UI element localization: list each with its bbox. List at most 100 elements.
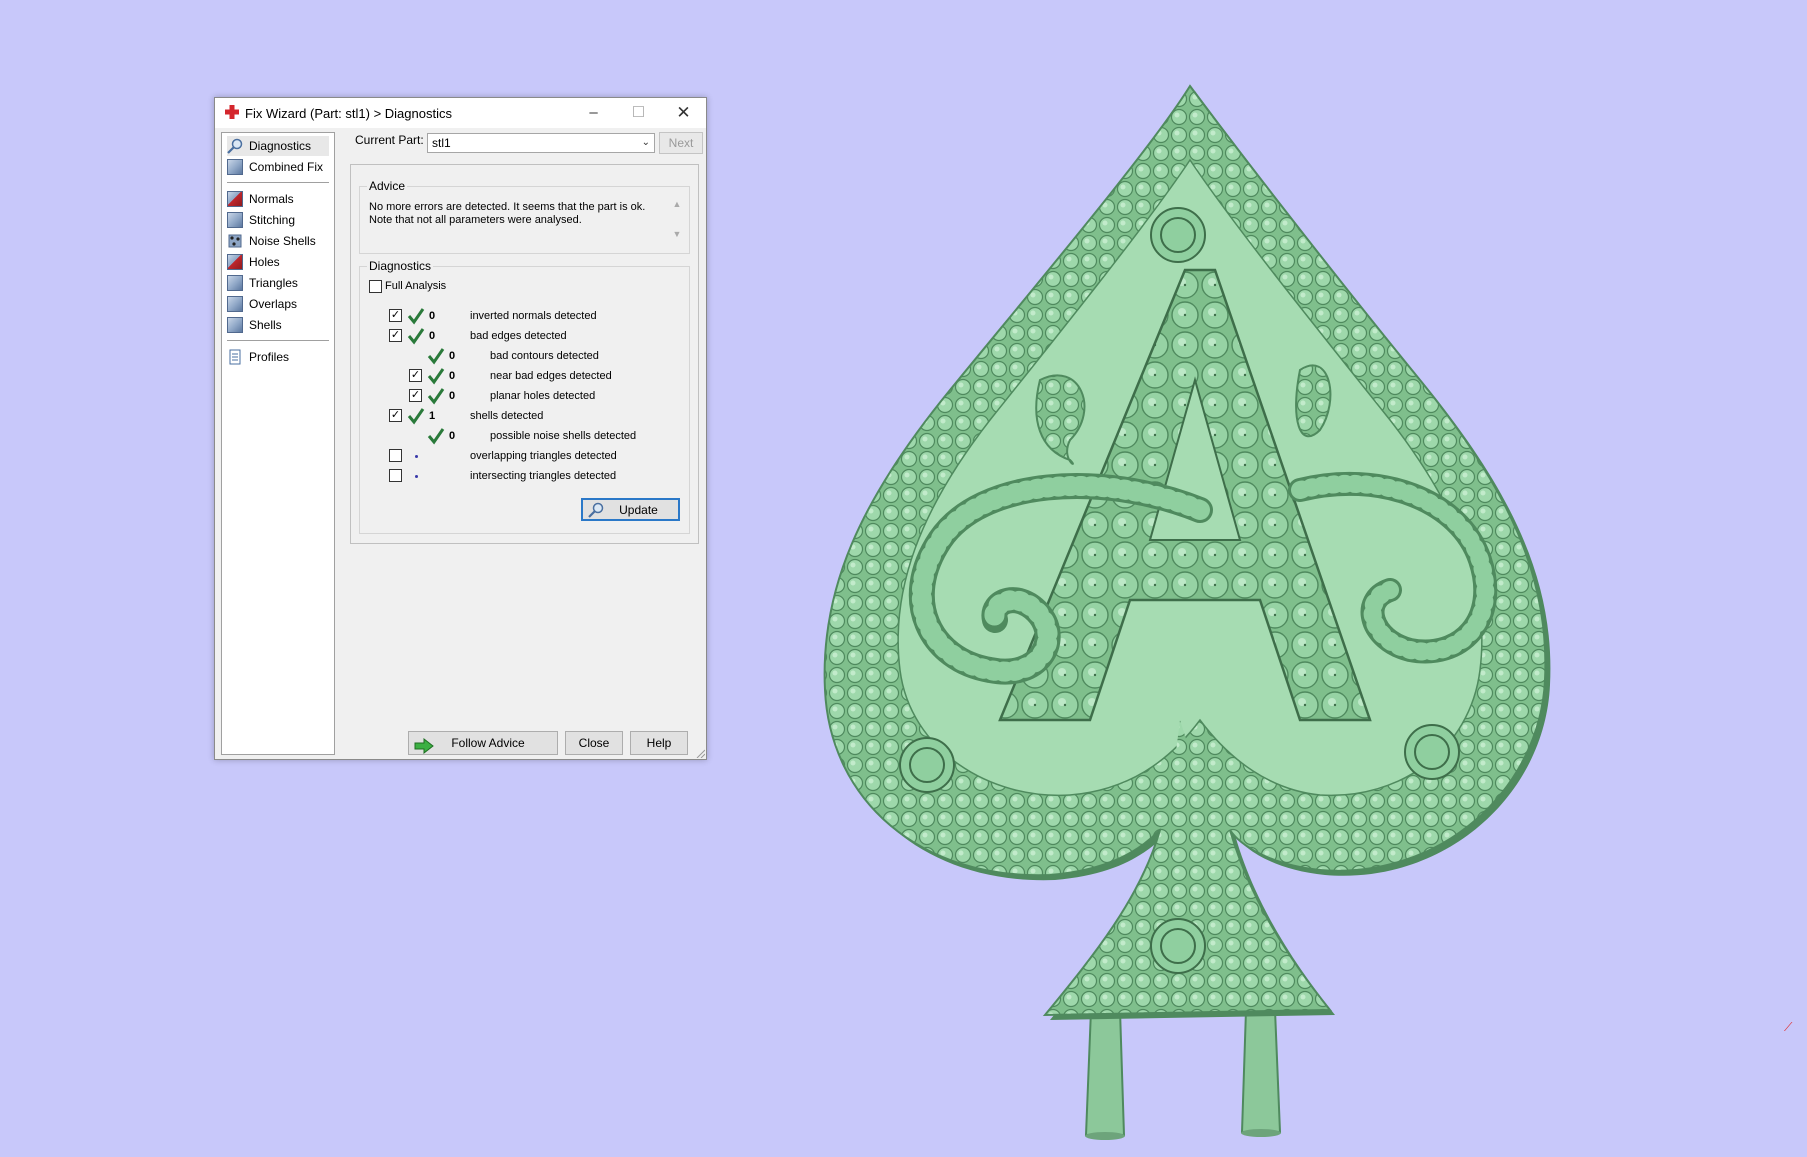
title-bar[interactable]: Fix Wizard (Part: stl1) > Diagnostics – … <box>215 98 706 128</box>
current-part-value: stl1 <box>432 136 451 150</box>
current-part-label: Current Part: <box>355 133 424 147</box>
planar-holes-checkbox[interactable]: ✓ <box>409 389 422 402</box>
axis-indicator: ⟋ <box>1784 1020 1793 1034</box>
check-mark-icon <box>407 308 425 325</box>
advice-scrollbar[interactable]: ▲ ▼ <box>671 199 683 245</box>
current-part-select[interactable]: stl1 ⌄ <box>427 133 655 153</box>
shells-checkbox[interactable]: ✓ <box>389 409 402 422</box>
advice-group-label: Advice <box>367 179 408 193</box>
diagnostic-label: inverted normals detected <box>470 310 597 322</box>
normals-cube-icon <box>227 191 243 207</box>
diagnostic-label: bad edges detected <box>470 330 567 342</box>
window-title: Fix Wizard (Part: stl1) > Diagnostics <box>245 106 452 121</box>
sidebar-item-label: Profiles <box>249 350 290 364</box>
sidebar-item-normals[interactable]: Normals <box>227 189 294 209</box>
sidebar-item-label: Holes <box>249 255 280 269</box>
sidebar-item-stitching[interactable]: Stitching <box>227 210 295 230</box>
sidebar-item-holes[interactable]: Holes <box>227 252 280 272</box>
sidebar-item-label: Diagnostics <box>249 139 312 153</box>
wizard-sidebar: Diagnostics Combined Fix Normals Stitchi… <box>221 132 335 755</box>
advice-line-2: Note that not all parameters were analys… <box>369 214 582 226</box>
advice-line-1: No more errors are detected. It seems th… <box>369 201 646 213</box>
green-arrow-icon <box>414 738 434 754</box>
diagnostic-label: overlapping triangles detected <box>470 450 617 462</box>
update-button-label: Update <box>619 502 658 517</box>
sidebar-item-label: Normals <box>249 192 294 206</box>
triangles-cube-icon <box>227 275 243 291</box>
advice-text: No more errors are detected. It seems th… <box>369 201 649 227</box>
holes-cube-icon <box>227 254 243 270</box>
diagnostic-count: 0 <box>449 430 456 442</box>
fix-wizard-dialog: Fix Wizard (Part: stl1) > Diagnostics – … <box>214 97 707 760</box>
check-mark-icon <box>427 348 445 365</box>
sidebar-item-label: Overlaps <box>249 297 298 311</box>
minimize-button[interactable]: – <box>571 98 616 128</box>
sidebar-divider <box>227 340 329 341</box>
near-bad-edges-checkbox[interactable]: ✓ <box>409 369 422 382</box>
check-mark-icon <box>427 428 445 445</box>
diagnostic-count: 0 <box>429 330 436 342</box>
resize-grip-icon[interactable] <box>695 748 705 758</box>
magnifier-icon <box>227 138 243 154</box>
diagnostics-group-label: Diagnostics <box>367 259 434 273</box>
diagnostic-count: 0 <box>429 310 436 322</box>
intersecting-triangles-checkbox[interactable] <box>389 469 402 482</box>
spade-leg-left <box>1084 1009 1126 1136</box>
cube-icon <box>227 159 243 175</box>
follow-advice-button[interactable]: Follow Advice <box>408 731 558 755</box>
diagnostic-label: shells detected <box>470 410 544 422</box>
sidebar-divider <box>227 182 329 183</box>
sidebar-item-label: Stitching <box>249 213 296 227</box>
inverted-normals-checkbox[interactable]: ✓ <box>389 309 402 322</box>
app-logo-icon <box>225 105 239 119</box>
check-mark-icon <box>427 368 445 385</box>
update-button[interactable]: Update <box>581 498 680 521</box>
diagnostic-label: possible noise shells detected <box>490 430 637 442</box>
diagnostics-group: Diagnostics Full Analysis ✓ 0 inverted n… <box>359 259 690 534</box>
cube-icon <box>227 212 243 228</box>
help-button[interactable]: Help <box>630 731 688 755</box>
full-analysis-label: Full Analysis <box>385 280 447 292</box>
diagnostic-count: 0 <box>449 370 456 382</box>
diagnostic-count: 0 <box>449 350 456 362</box>
advice-group: Advice No more errors are detected. It s… <box>359 179 690 254</box>
close-button[interactable]: Close <box>565 731 623 755</box>
check-mark-icon <box>407 408 425 425</box>
overlapping-triangles-checkbox[interactable] <box>389 449 402 462</box>
sidebar-item-shells[interactable]: Shells <box>227 315 282 335</box>
sidebar-item-overlaps[interactable]: Overlaps <box>227 294 297 314</box>
not-analysed-dot-icon <box>415 475 418 478</box>
diagnostic-label: bad contours detected <box>490 350 599 362</box>
diagnostic-count: 1 <box>429 410 436 422</box>
sidebar-item-diagnostics[interactable]: Diagnostics <box>227 136 329 156</box>
sidebar-item-profiles[interactable]: Profiles <box>227 347 289 367</box>
sidebar-item-label: Shells <box>249 318 282 332</box>
not-analysed-dot-icon <box>415 455 418 458</box>
close-window-button[interactable]: ✕ <box>661 98 706 128</box>
check-mark-icon <box>407 328 425 345</box>
follow-advice-label: Follow Advice <box>451 736 525 750</box>
full-analysis-checkbox[interactable] <box>369 280 382 293</box>
next-button[interactable]: Next <box>659 132 703 154</box>
maximize-button[interactable]: ☐ <box>616 98 661 128</box>
check-mark-icon <box>427 388 445 405</box>
sidebar-item-triangles[interactable]: Triangles <box>227 273 298 293</box>
sidebar-item-label: Noise Shells <box>249 234 316 248</box>
noise-shells-icon <box>227 233 243 249</box>
diagnostic-label: near bad edges detected <box>490 370 612 382</box>
document-icon <box>227 349 243 365</box>
sidebar-item-noise-shells[interactable]: Noise Shells <box>227 231 316 251</box>
diagnostic-label: planar holes detected <box>490 390 596 402</box>
spade-leg-right <box>1240 1009 1282 1133</box>
magnifier-icon <box>588 502 604 518</box>
diagnostic-label: intersecting triangles detected <box>470 470 617 482</box>
sidebar-item-label: Combined Fix <box>249 160 324 174</box>
cube-icon <box>227 296 243 312</box>
diagnostics-panel: Advice No more errors are detected. It s… <box>350 164 699 544</box>
sidebar-item-combined-fix[interactable]: Combined Fix <box>227 157 323 177</box>
bad-edges-checkbox[interactable]: ✓ <box>389 329 402 342</box>
sidebar-item-label: Triangles <box>249 276 298 290</box>
cube-icon <box>227 317 243 333</box>
chevron-down-icon: ⌄ <box>641 137 650 148</box>
diagnostic-count: 0 <box>449 390 456 402</box>
